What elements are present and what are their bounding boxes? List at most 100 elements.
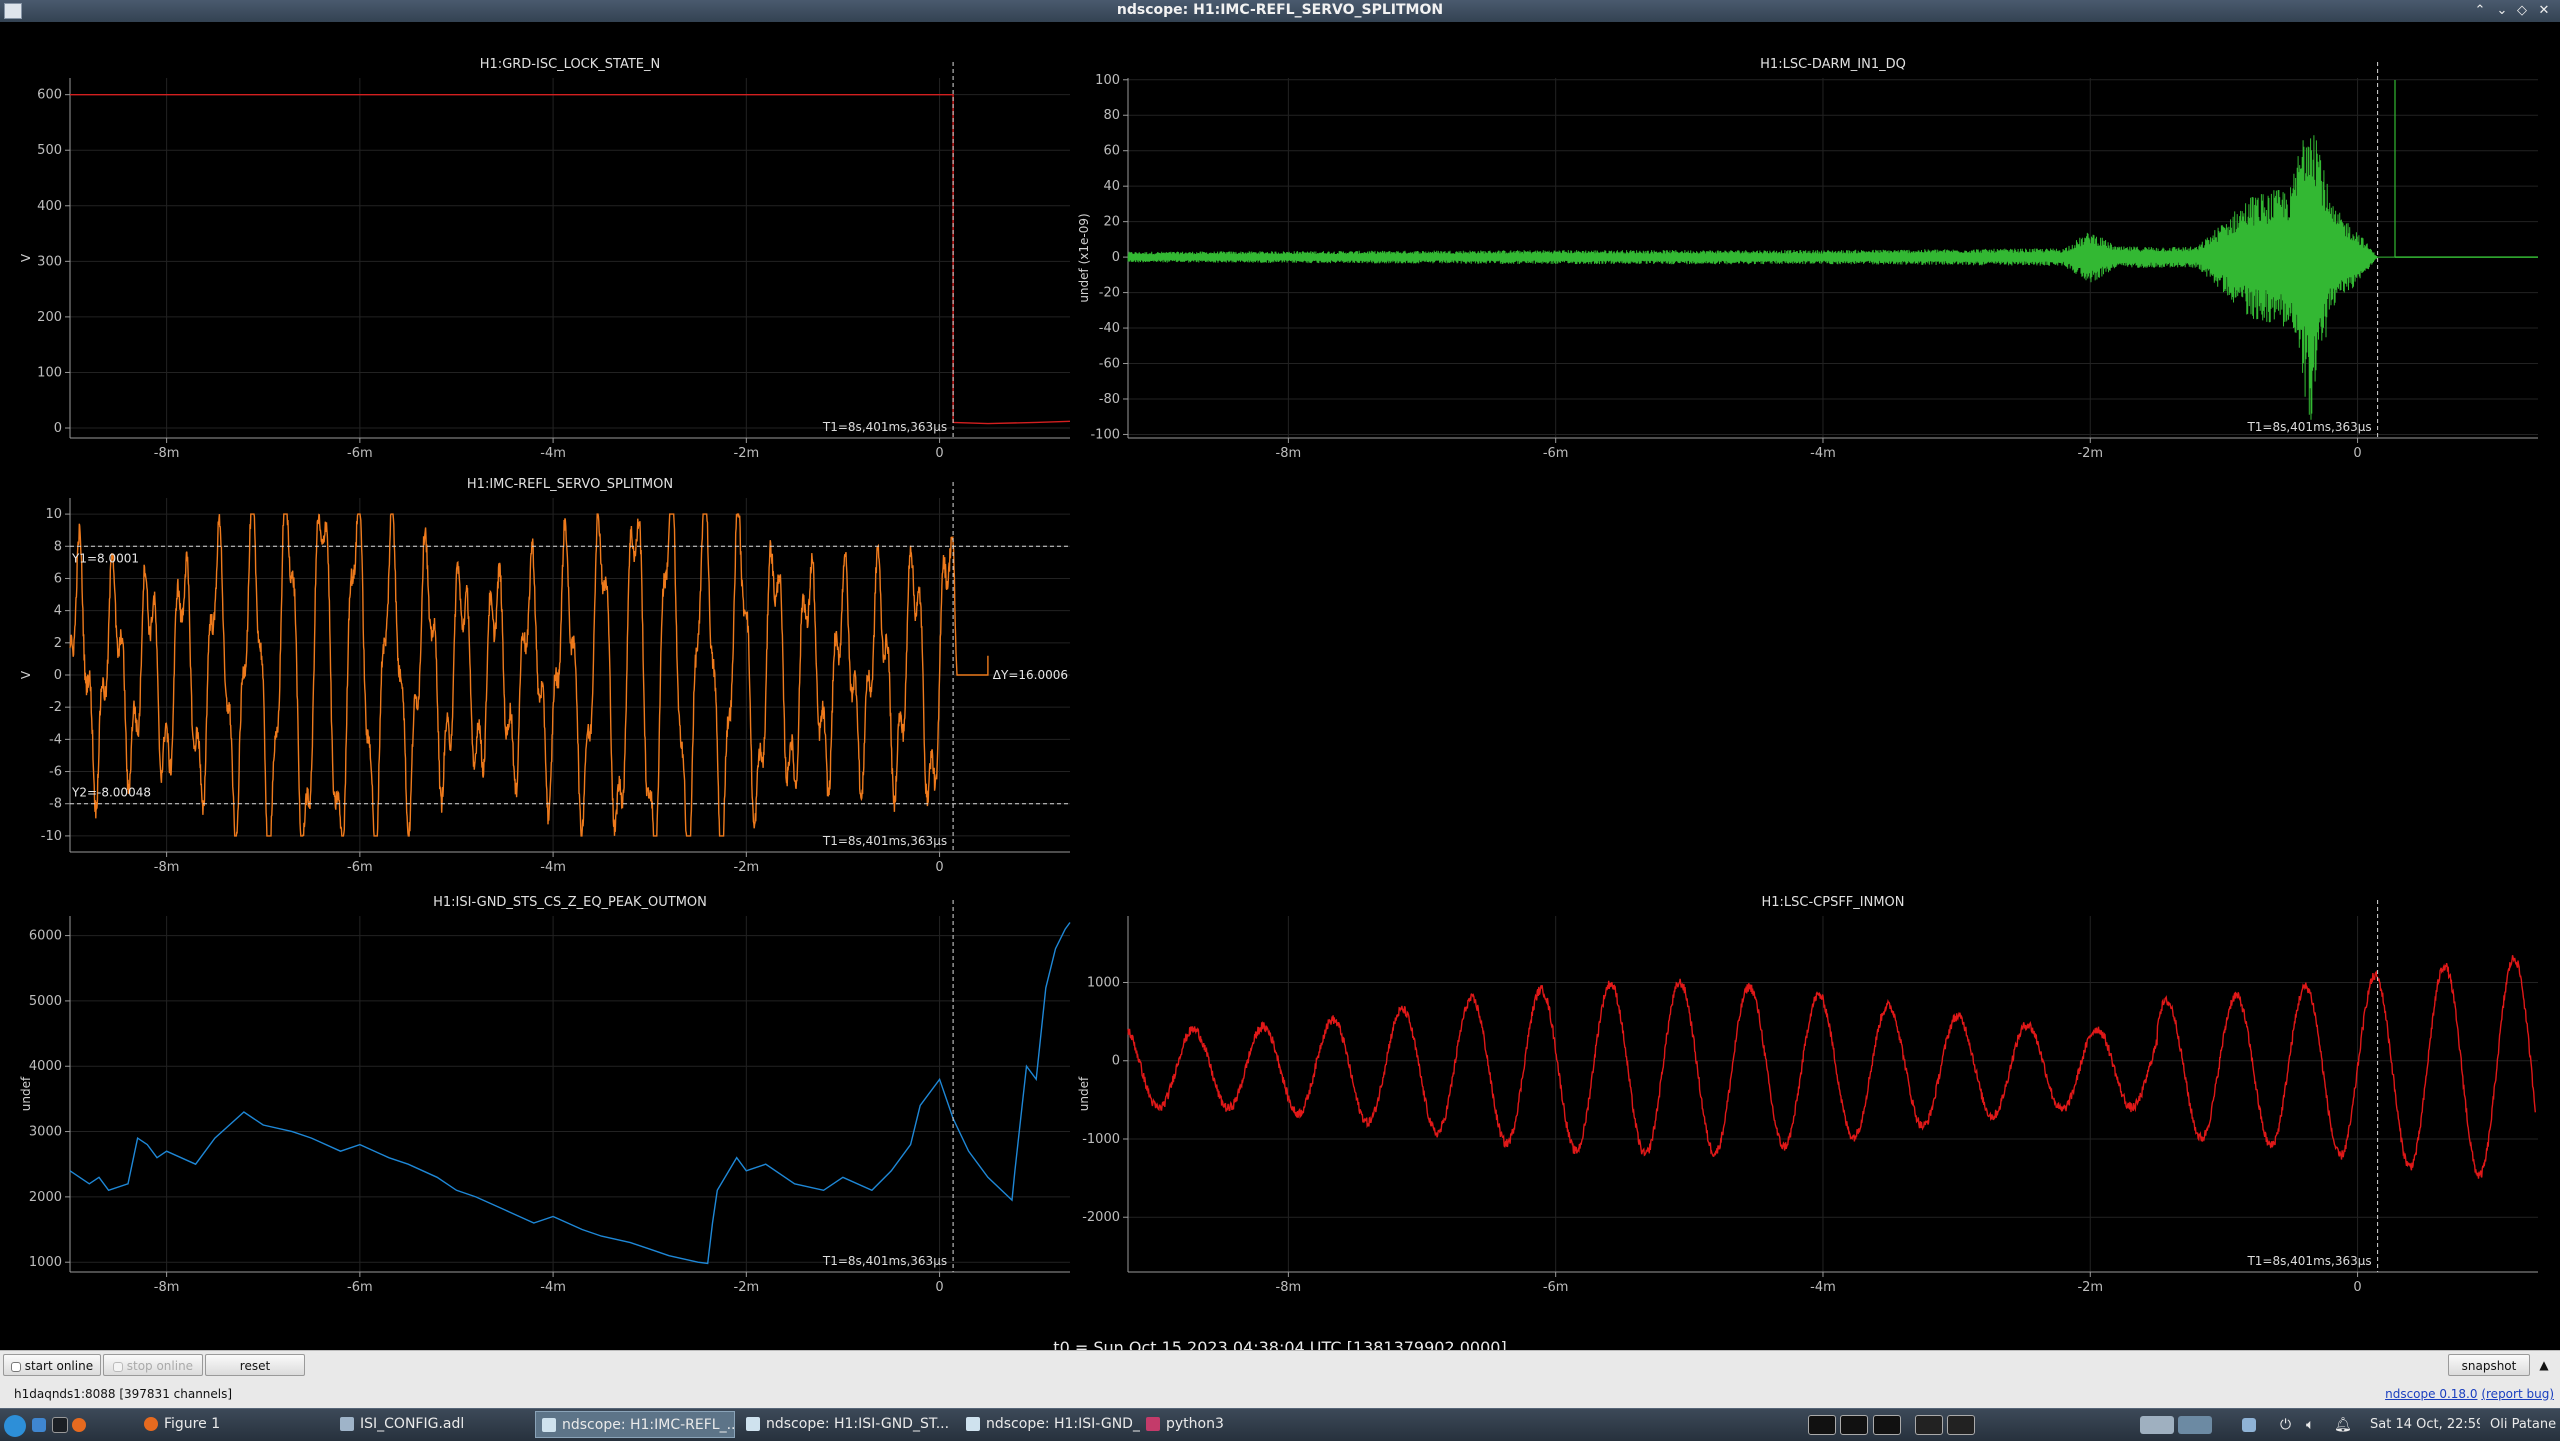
task-ndscope-isi-1[interactable]: ndscope: H1:ISI-GND_ST...	[740, 1411, 955, 1438]
y-tick-label: -2	[49, 700, 62, 715]
close-icon[interactable]: ✕	[2534, 1, 2554, 21]
task-label: ndscope: H1:IMC-REFL_...	[562, 1417, 735, 1433]
clock[interactable]: Sat 14 Oct, 22:59	[2370, 1412, 2480, 1438]
start-online-button[interactable]: start online	[3, 1354, 101, 1376]
series-trace	[1127, 135, 2395, 420]
shade-icon[interactable]: ⌃	[2470, 1, 2490, 21]
x-tick-label: -4m	[1810, 446, 1836, 461]
y-tick-label: 3000	[29, 1125, 62, 1140]
y-tick-label: 400	[37, 199, 62, 214]
snapshot-button[interactable]: snapshot	[2448, 1354, 2530, 1376]
network-icon[interactable]	[2242, 1412, 2262, 1438]
x-tick-label: -6m	[1543, 446, 1569, 461]
reset-button[interactable]: reset	[205, 1354, 305, 1376]
version-area: ndscope 0.18.0 (report bug)	[2385, 1387, 2554, 1401]
y-axis-label: undef	[1077, 1076, 1091, 1111]
task-label: ndscope: H1:ISI-GND_ST...	[766, 1416, 950, 1432]
terminal-icon[interactable]	[52, 1412, 70, 1438]
plots-canvas[interactable]: H1:GRD-ISC_LOCK_STATE_NV6005004003002001…	[0, 22, 2560, 1350]
y-tick-label: 600	[37, 88, 62, 103]
plot-title: H1:LSC-CPSFF_INMON	[1761, 895, 1904, 910]
ndscope-icon	[746, 1417, 760, 1431]
plot-area[interactable]: H1:GRD-ISC_LOCK_STATE_N V 600 500 400 300 200 1…	[0, 22, 2560, 1357]
firefox-icon[interactable]	[72, 1412, 90, 1438]
y-tick-label: 2000	[29, 1190, 62, 1205]
y-axis-label: undef (x1e-09)	[1077, 213, 1091, 302]
workspace-switcher[interactable]	[2140, 1412, 2220, 1438]
window-previews[interactable]	[1808, 1412, 1908, 1438]
y-tick-label: 80	[1103, 108, 1120, 123]
x-tick-label: 0	[2353, 1280, 2361, 1295]
y-tick-label: 1000	[1087, 976, 1120, 991]
plot-p2[interactable]: H1:LSC-DARM_IN1_DQundef (x1e-09) 100 80 60 4…	[1077, 57, 2538, 461]
plot-p3[interactable]: H1:IMC-REFL_SERVO_SPLITMON V 10 8 6 4 2 0 -2 -4 -6…	[19, 477, 1070, 875]
file-manager-icon[interactable]	[32, 1412, 50, 1438]
y-tick-label: 10	[45, 507, 62, 522]
stop-online-button[interactable]: stop online	[103, 1354, 203, 1376]
x-tick-label: -6m	[347, 860, 373, 875]
y-tick-label: 6000	[29, 929, 62, 944]
status-bar: h1daqnds1:8088 [397831 channels] ndscope…	[0, 1380, 2560, 1408]
power-icon[interactable]: ⏻	[2280, 1412, 2300, 1438]
server-status: h1daqnds1:8088 [397831 channels]	[14, 1387, 233, 1401]
maximize-icon[interactable]: ◇	[2512, 1, 2532, 21]
y-axis-label: undef	[19, 1076, 33, 1111]
user-name[interactable]: Oli Patane	[2490, 1412, 2560, 1438]
y-tick-label: 2	[54, 636, 62, 651]
plot-title: H1:GRD-ISC_LOCK_STATE_N	[480, 57, 660, 72]
x-tick-label: -6m	[347, 1280, 373, 1295]
x-tick-label: -2m	[734, 1280, 760, 1295]
x-tick-label: -2m	[734, 860, 760, 875]
medm-icon	[340, 1417, 354, 1431]
y-tick-label: -4	[49, 732, 62, 747]
y-tick-label: 0	[54, 668, 62, 683]
series-trace	[70, 94, 1071, 425]
report-bug-link[interactable]: (report bug)	[2481, 1387, 2554, 1401]
y-tick-label: 0	[1112, 1054, 1120, 1069]
x-tick-label: -8m	[1276, 446, 1302, 461]
task-isi-config[interactable]: ISI_CONFIG.adl	[334, 1411, 524, 1438]
plot-p4[interactable]: H1:ISI-GND_STS_CS_Z_EQ_PEAK_OUTMONundef 6…	[19, 895, 1071, 1295]
ndscope-icon	[542, 1418, 556, 1432]
minimize-icon[interactable]: ⌄	[2492, 1, 2512, 21]
x-tick-label: -4m	[540, 1280, 566, 1295]
x-tick-label: 0	[935, 446, 943, 461]
notification-icon[interactable]: 🔔︎	[2334, 1412, 2354, 1438]
y-tick-label: -20	[1099, 286, 1120, 301]
task-python3[interactable]: python3	[1140, 1411, 1250, 1438]
task-label: python3	[1166, 1416, 1224, 1432]
y-axis-label: V	[19, 670, 33, 679]
task-figure-1[interactable]: Figure 1	[138, 1411, 328, 1438]
x-tick-label: 0	[935, 860, 943, 875]
y-tick-label: 6	[54, 571, 62, 586]
y-tick-label: 4000	[29, 1059, 62, 1074]
y-tick-label: -6	[49, 765, 62, 780]
y-tick-label: 300	[37, 254, 62, 269]
y-tick-label: -10	[41, 829, 62, 844]
t1-cursor-label: T1=8s,401ms,363µs	[822, 834, 947, 848]
x-tick-label: -4m	[540, 860, 566, 875]
plot-p1[interactable]: H1:GRD-ISC_LOCK_STATE_N V 600 500 400 300 200 1…	[19, 57, 1071, 461]
task-ndscope-isi-2[interactable]: ndscope: H1:ISI-GND_ST...	[960, 1411, 1140, 1438]
y-tick-label: 5000	[29, 994, 62, 1009]
task-label: ndscope: H1:ISI-GND_ST...	[986, 1416, 1140, 1432]
python-icon	[1146, 1417, 1160, 1431]
x-tick-label: -6m	[1543, 1280, 1569, 1295]
expand-up-icon[interactable]: ▲	[2532, 1354, 2556, 1376]
y-tick-label: -1000	[1082, 1132, 1120, 1147]
x-tick-label: -8m	[154, 1280, 180, 1295]
firefox-preview[interactable]	[1915, 1412, 1985, 1438]
start-menu-icon[interactable]	[4, 1412, 26, 1438]
x-tick-label: 0	[935, 1280, 943, 1295]
y-axis-label: V	[19, 253, 33, 262]
x-tick-label: -6m	[347, 446, 373, 461]
version-link[interactable]: ndscope 0.18.0	[2385, 1387, 2477, 1401]
y-tick-label: -60	[1099, 357, 1120, 372]
plot-p5[interactable]: H1:LSC-CPSFF_INMONundef 1000 0 -1000 -2000 -8…	[1077, 895, 2538, 1295]
series-trace	[1127, 955, 2536, 1179]
python-figure-icon	[144, 1417, 158, 1431]
plot-title: H1:LSC-DARM_IN1_DQ	[1760, 57, 1906, 72]
x-tick-label: -8m	[154, 860, 180, 875]
volume-icon[interactable]: 🔈︎	[2306, 1412, 2326, 1438]
task-ndscope-imc[interactable]: ndscope: H1:IMC-REFL_...	[535, 1411, 735, 1438]
